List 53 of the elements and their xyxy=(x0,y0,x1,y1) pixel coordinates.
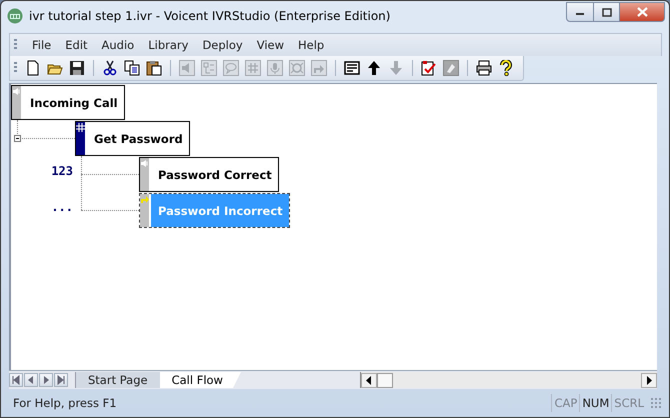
next-page-button[interactable] xyxy=(39,373,53,387)
arrow-turn-icon xyxy=(140,195,149,204)
flow-node[interactable]: Get Password xyxy=(75,121,190,156)
first-page-button[interactable] xyxy=(9,373,23,387)
status-indicator: NUM xyxy=(579,394,612,412)
flow-node[interactable]: Password Correct xyxy=(139,157,279,192)
menu-item[interactable]: Audio xyxy=(94,38,142,52)
collapse-icon[interactable] xyxy=(14,135,21,142)
up-arrow-icon[interactable] xyxy=(366,60,382,76)
copy-icon[interactable] xyxy=(124,60,140,76)
checklist-icon[interactable] xyxy=(421,60,437,76)
flow-node[interactable]: Incoming Call xyxy=(11,85,125,120)
maximize-icon xyxy=(602,8,612,16)
speaker-icon xyxy=(140,159,149,168)
scroll-thumb[interactable] xyxy=(377,372,393,388)
previous-page-icon xyxy=(26,375,36,385)
branch-label: 123 xyxy=(51,164,73,178)
scroll-left-icon[interactable] xyxy=(365,376,373,384)
hash-icon xyxy=(76,123,85,132)
next-page-icon xyxy=(41,375,51,385)
scissors-icon[interactable] xyxy=(102,60,118,76)
status-indicator: CAP xyxy=(551,394,580,412)
window-title: ivr tutorial step 1.ivr - Voicent IVRStudio (Enterprise Edition) xyxy=(29,9,392,23)
menu-item[interactable]: Help xyxy=(291,38,332,52)
app-icon xyxy=(7,8,23,24)
menu-item[interactable]: File xyxy=(25,38,58,52)
last-page-icon xyxy=(56,375,66,385)
help-icon[interactable] xyxy=(498,60,514,76)
scroll-right-icon[interactable] xyxy=(645,376,653,384)
sheet-tab[interactable]: Call Flow xyxy=(160,372,241,388)
status-indicator: SCRL xyxy=(611,394,646,412)
speaker-icon xyxy=(12,87,21,96)
first-page-icon xyxy=(11,375,21,385)
horizontal-scrollbar[interactable] xyxy=(360,372,657,388)
save-icon[interactable] xyxy=(69,60,85,76)
previous-page-button[interactable] xyxy=(24,373,38,387)
sheet-tab[interactable]: Start Page xyxy=(75,372,160,388)
menu-item[interactable]: Deploy xyxy=(195,38,250,52)
menu-item[interactable]: Library xyxy=(141,38,196,52)
paste-icon[interactable] xyxy=(146,60,162,76)
printer-icon[interactable] xyxy=(476,60,492,76)
status-text: For Help, press F1 xyxy=(12,396,118,410)
close-icon xyxy=(636,7,648,17)
close-button[interactable] xyxy=(620,2,665,22)
maximize-button[interactable] xyxy=(594,2,620,22)
last-page-button[interactable] xyxy=(54,373,68,387)
list-icon[interactable] xyxy=(344,60,360,76)
menu-item[interactable]: View xyxy=(250,38,292,52)
branch-label: ... xyxy=(51,200,73,214)
minimize-button[interactable] xyxy=(566,2,594,22)
new-file-icon[interactable] xyxy=(25,60,41,76)
menu-item[interactable]: Edit xyxy=(58,38,95,52)
resize-grip[interactable] xyxy=(650,397,662,409)
